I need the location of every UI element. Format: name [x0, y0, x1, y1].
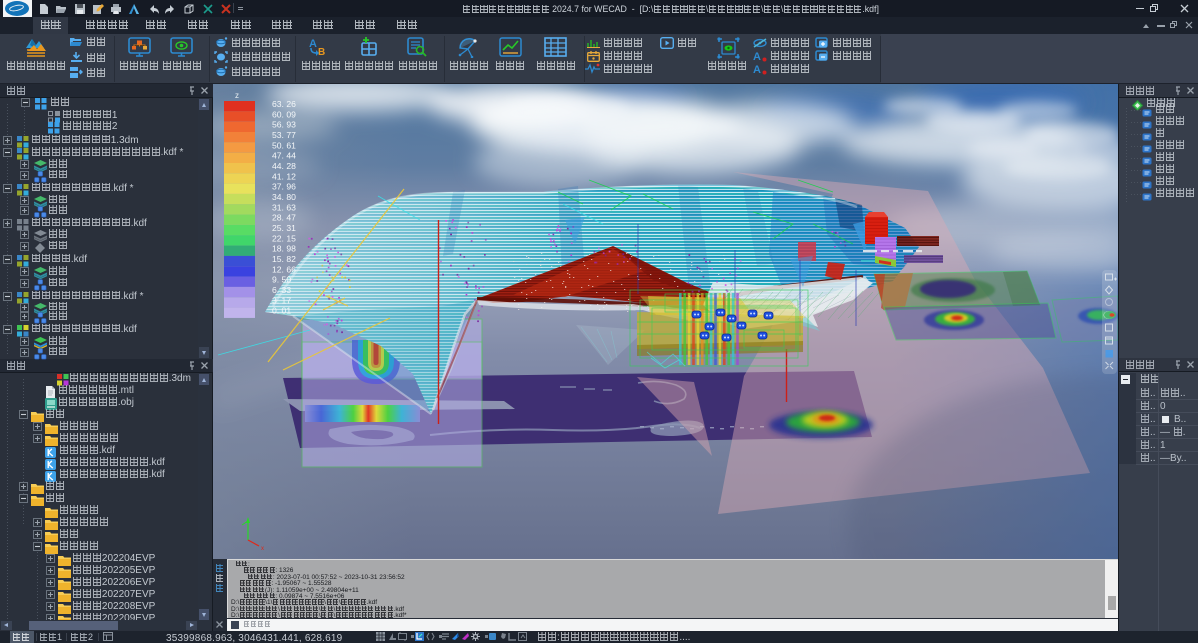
- svg-text:B: B: [318, 47, 325, 57]
- svg-text:22. 15: 22. 15: [272, 233, 296, 243]
- svg-text:28. 47: 28. 47: [272, 213, 296, 223]
- svg-text:A: A: [309, 38, 317, 50]
- svg-text:37. 96: 37. 96: [272, 182, 296, 192]
- svg-text:34. 80: 34. 80: [272, 192, 296, 202]
- svg-text:A: A: [753, 64, 761, 75]
- svg-text:47. 44: 47. 44: [272, 151, 296, 161]
- svg-text:A: A: [753, 51, 761, 62]
- svg-text:18. 98: 18. 98: [272, 244, 296, 254]
- svg-text:41. 12: 41. 12: [272, 171, 296, 181]
- svg-text:63. 26: 63. 26: [272, 99, 296, 109]
- svg-text:31. 63: 31. 63: [272, 202, 296, 212]
- svg-text:0. 01: 0. 01: [272, 306, 291, 316]
- svg-text:60. 09: 60. 09: [272, 109, 296, 119]
- svg-text:25. 31: 25. 31: [272, 223, 296, 233]
- svg-text:56. 93: 56. 93: [272, 120, 296, 130]
- svg-text:z: z: [235, 91, 239, 100]
- svg-text:9. 50: 9. 50: [272, 275, 291, 285]
- svg-text:6. 33: 6. 33: [272, 285, 291, 295]
- svg-text:3. 17: 3. 17: [272, 295, 291, 305]
- svg-text:53. 77: 53. 77: [272, 130, 296, 140]
- svg-text:12. 66: 12. 66: [272, 264, 296, 274]
- svg-text:x: x: [261, 546, 264, 552]
- svg-text:44. 28: 44. 28: [272, 161, 296, 171]
- svg-text:15. 82: 15. 82: [272, 254, 296, 264]
- svg-text:50. 61: 50. 61: [272, 140, 296, 150]
